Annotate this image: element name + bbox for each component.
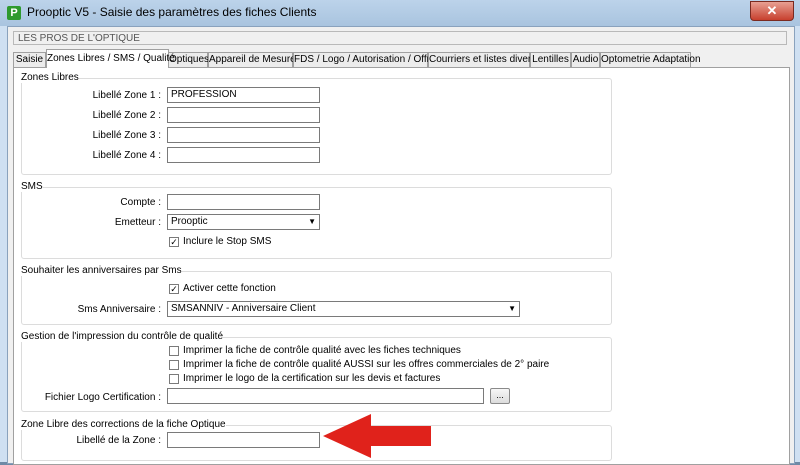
chevron-down-icon: ▼	[308, 217, 316, 226]
tab-courriers[interactable]: Courriers et listes diverses	[428, 52, 547, 67]
app-icon: P	[7, 6, 21, 20]
window-title: Prooptic V5 - Saisie des paramètres des …	[27, 5, 317, 19]
input-zone-4[interactable]	[167, 147, 320, 163]
label-compte: Compte :	[120, 197, 161, 208]
group-title-zones-libres: Zones Libres	[21, 72, 79, 83]
red-arrow-icon	[323, 414, 431, 458]
checkbox-qualite-fiches[interactable]	[169, 346, 179, 356]
main-window: P Prooptic V5 - Saisie des paramètres de…	[0, 0, 800, 465]
label-zone-4: Libellé Zone 4 :	[92, 150, 161, 161]
input-zone-2[interactable]	[167, 107, 320, 123]
tab-optometrie[interactable]: Optometrie Adaptation	[600, 52, 701, 67]
group-title-corrections: Zone Libre des corrections de la fiche O…	[21, 419, 226, 430]
chevron-down-icon: ▼	[508, 304, 516, 313]
input-zone-1[interactable]: PROFESSION	[167, 87, 320, 103]
checkbox-logo-certif[interactable]	[169, 374, 179, 384]
tab-saisie[interactable]: Saisie	[13, 52, 46, 67]
select-emetteur[interactable]: Prooptic ▼	[167, 214, 320, 230]
label-activer: Activer cette fonction	[183, 283, 276, 294]
label-fichier-logo: Fichier Logo Certification :	[44, 392, 161, 403]
client-area: LES PROS DE L'OPTIQUE Saisie Zones Libre…	[7, 26, 795, 465]
input-compte[interactable]	[167, 194, 320, 210]
tab-zones-libres[interactable]: Zones Libres / SMS / Qualité	[46, 49, 175, 68]
tab-panel: Zones Libres Libellé Zone 1 : PROFESSION…	[13, 67, 790, 465]
label-zone-3: Libellé Zone 3 :	[92, 130, 161, 141]
label-zone-corrections: Libellé de la Zone :	[76, 435, 161, 446]
close-button[interactable]: ✕	[750, 1, 794, 21]
label-zone-1: Libellé Zone 1 :	[92, 90, 161, 101]
checkbox-activer[interactable]: ✓	[169, 284, 179, 294]
input-fichier-logo[interactable]	[167, 388, 484, 404]
store-name-header: LES PROS DE L'OPTIQUE	[13, 31, 787, 45]
checkbox-qualite-offres[interactable]	[169, 360, 179, 370]
browse-button[interactable]: ...	[490, 388, 510, 404]
label-logo-certif: Imprimer le logo de la certification sur…	[183, 373, 441, 384]
label-stop-sms: Inclure le Stop SMS	[183, 236, 272, 247]
title-bar: P Prooptic V5 - Saisie des paramètres de…	[0, 0, 800, 26]
tab-appareil-mesures[interactable]: Appareil de Mesures	[208, 52, 301, 67]
group-title-sms: SMS	[21, 181, 43, 192]
input-zone-corrections[interactable]	[167, 432, 320, 448]
group-title-anniversaires: Souhaiter les anniversaires par Sms	[21, 265, 182, 276]
input-zone-3[interactable]	[167, 127, 320, 143]
tab-fds-logo[interactable]: FDS / Logo / Autorisation / Offres	[293, 52, 441, 67]
group-title-qualite: Gestion de l'impression du contrôle de q…	[21, 331, 224, 342]
label-qualite-offres: Imprimer la fiche de contrôle qualité AU…	[183, 359, 550, 370]
checkbox-stop-sms[interactable]: ✓	[169, 237, 179, 247]
select-sms-anniversaire-value: SMSANNIV - Anniversaire Client	[171, 303, 316, 314]
label-qualite-fiches: Imprimer la fiche de contrôle qualité av…	[183, 345, 461, 356]
label-sms-anniversaire: Sms Anniversaire :	[77, 304, 161, 315]
tab-lentilles[interactable]: Lentilles	[530, 52, 571, 67]
label-emetteur: Emetteur :	[114, 217, 161, 228]
tab-audio[interactable]: Audio	[571, 52, 600, 67]
select-emetteur-value: Prooptic	[171, 216, 208, 227]
label-zone-2: Libellé Zone 2 :	[92, 110, 161, 121]
select-sms-anniversaire[interactable]: SMSANNIV - Anniversaire Client ▼	[167, 301, 520, 317]
